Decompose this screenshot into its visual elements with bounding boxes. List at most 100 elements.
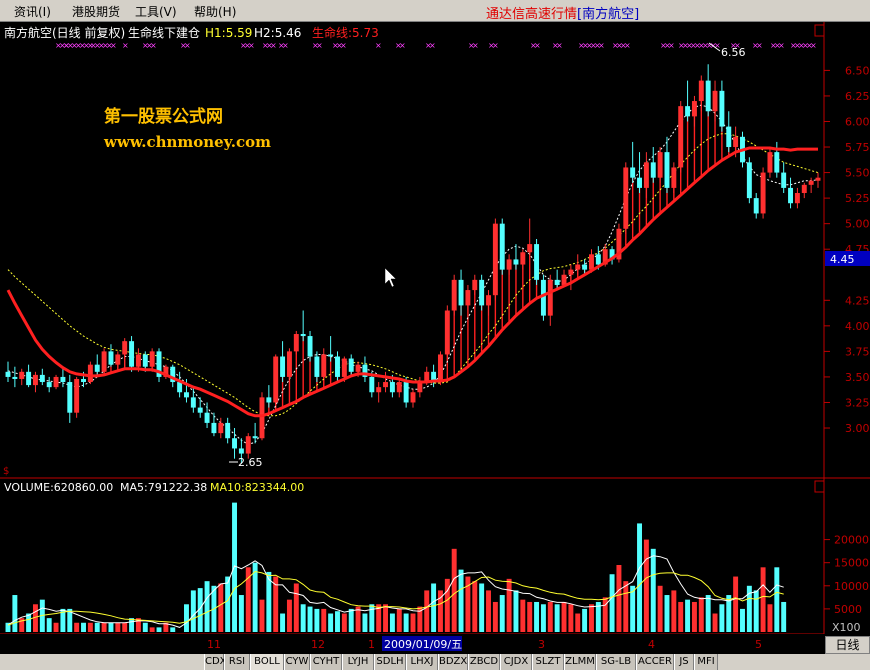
- period-button[interactable]: 日线: [825, 636, 870, 654]
- app-name: 通达信高速行情: [486, 7, 578, 22]
- volume-bar: [643, 539, 649, 632]
- signal-marker: ×: [756, 41, 763, 50]
- high-label: 6.56: [721, 46, 746, 59]
- candle-body: [19, 371, 25, 379]
- tab-cjdx[interactable]: CJDX: [500, 654, 532, 670]
- volume-bar: [238, 595, 244, 632]
- candle-body: [26, 371, 32, 386]
- candle-body: [273, 356, 279, 403]
- candle-body: [691, 101, 697, 117]
- candle-body: [561, 274, 567, 285]
- candle-body: [788, 187, 794, 204]
- candle-body: [685, 106, 691, 117]
- signal-marker: ×: [429, 41, 436, 50]
- tab-lhxj[interactable]: LHXJ: [406, 654, 438, 670]
- candle: [74, 376, 80, 418]
- candle-body: [808, 180, 814, 185]
- menu-info[interactable]: 资讯(I): [14, 3, 51, 20]
- tab-cyht[interactable]: CYHT: [310, 654, 342, 670]
- tab-lyjh[interactable]: LYJH: [342, 654, 374, 670]
- candle-body: [595, 254, 601, 265]
- volume-bar: [650, 548, 656, 632]
- volume-bar: [245, 567, 251, 632]
- candle-body: [87, 364, 93, 383]
- tab-bdzx[interactable]: BDZX: [438, 654, 468, 670]
- tab-slzt[interactable]: SLZT: [532, 654, 564, 670]
- volume-bar: [142, 622, 148, 632]
- volume-bar: [335, 611, 340, 632]
- candle: [101, 348, 107, 375]
- volume-bar: [774, 567, 780, 632]
- candle-body: [568, 269, 574, 275]
- tab-cdx[interactable]: CDX: [204, 654, 227, 670]
- volume-bar: [705, 595, 711, 632]
- tab-rsi[interactable]: RSI: [224, 654, 250, 670]
- stock-chart[interactable]: 南方航空(日线 前复权) 生命线下建仓 H1:5.59 H2:5.46 生命线:…: [0, 22, 870, 654]
- signal-marker: ×: [598, 41, 605, 50]
- volume-bar: [184, 604, 189, 632]
- menu-help[interactable]: 帮助(H): [194, 3, 236, 20]
- volume-bar: [540, 604, 546, 632]
- candle-body: [781, 172, 787, 188]
- volume-bar: [520, 599, 526, 632]
- tab-boll[interactable]: BOLL: [250, 654, 284, 670]
- candle-body: [520, 252, 526, 265]
- volume-bar: [431, 583, 437, 632]
- price-pane[interactable]: 南方航空(日线 前复权) 生命线下建仓 H1:5.59 H2:5.46 生命线:…: [0, 22, 870, 634]
- candle-body: [53, 376, 59, 388]
- volume-bar: [280, 613, 286, 632]
- candle-body: [479, 279, 485, 306]
- candle-body: [726, 126, 732, 148]
- tab-zlmm[interactable]: ZLMM: [564, 654, 596, 670]
- candle: [678, 101, 684, 173]
- candle-body: [417, 382, 423, 393]
- tab-sdlh[interactable]: SDLH: [374, 654, 406, 670]
- price-tick: 4.25: [845, 294, 870, 307]
- signal-marker: ×: [248, 41, 255, 50]
- volume-bar: [458, 569, 464, 632]
- volume-axis: 20000 15000 10000 5000: [824, 534, 869, 616]
- signal-marker: ×: [340, 41, 347, 50]
- volume-bar: [691, 601, 697, 632]
- volume-bar: [307, 606, 313, 632]
- volume-bar: [637, 523, 642, 632]
- candle-body: [575, 264, 581, 270]
- volume-bar: [259, 599, 265, 632]
- tab-cyw[interactable]: CYW: [284, 654, 310, 670]
- volume-bar: [678, 601, 684, 632]
- volume-bar: [568, 604, 574, 632]
- volume-bar: [534, 601, 540, 632]
- candle-body: [266, 397, 272, 403]
- volume-bar: [218, 583, 224, 632]
- candle-body: [458, 279, 464, 306]
- candle: [273, 354, 279, 406]
- volume-max-button[interactable]: [814, 480, 825, 493]
- menu-tools[interactable]: 工具(V): [135, 3, 177, 20]
- tab-mfi[interactable]: MFI: [694, 654, 718, 670]
- volume-pane[interactable]: VOLUME:620860.00 MA5:791222.38 MA10:8233…: [4, 480, 869, 634]
- menu-hk-futures[interactable]: 港股期货: [72, 3, 120, 20]
- candle-body: [767, 152, 773, 173]
- tab-sg-lb[interactable]: SG-LB: [596, 654, 636, 670]
- volume-bar: [513, 590, 519, 632]
- candle-body: [582, 264, 588, 270]
- candle-body: [630, 167, 636, 178]
- signal-marker: ×: [270, 41, 277, 50]
- candle-body: [396, 382, 402, 393]
- signal-marker: ×: [399, 41, 406, 50]
- tab-js[interactable]: JS: [674, 654, 694, 670]
- volume-bar: [609, 574, 615, 632]
- candle-body: [486, 295, 491, 306]
- candle-body: [184, 392, 189, 398]
- candle-body: [678, 106, 684, 168]
- volume-bar: [293, 583, 299, 632]
- volume-bar: [582, 608, 588, 632]
- candle: [444, 305, 450, 357]
- candle-body: [197, 407, 203, 413]
- tab-zbcd[interactable]: ZBCD: [468, 654, 500, 670]
- indicator-tab-bar: CDX RSI BOLL CYW CYHT LYJH SDLH LHXJ BDZ…: [0, 654, 870, 670]
- candle-body: [232, 438, 237, 449]
- tab-accer[interactable]: ACCER: [636, 654, 674, 670]
- price-tick: 3.50: [845, 371, 870, 384]
- signal-marker: ×: [534, 41, 541, 50]
